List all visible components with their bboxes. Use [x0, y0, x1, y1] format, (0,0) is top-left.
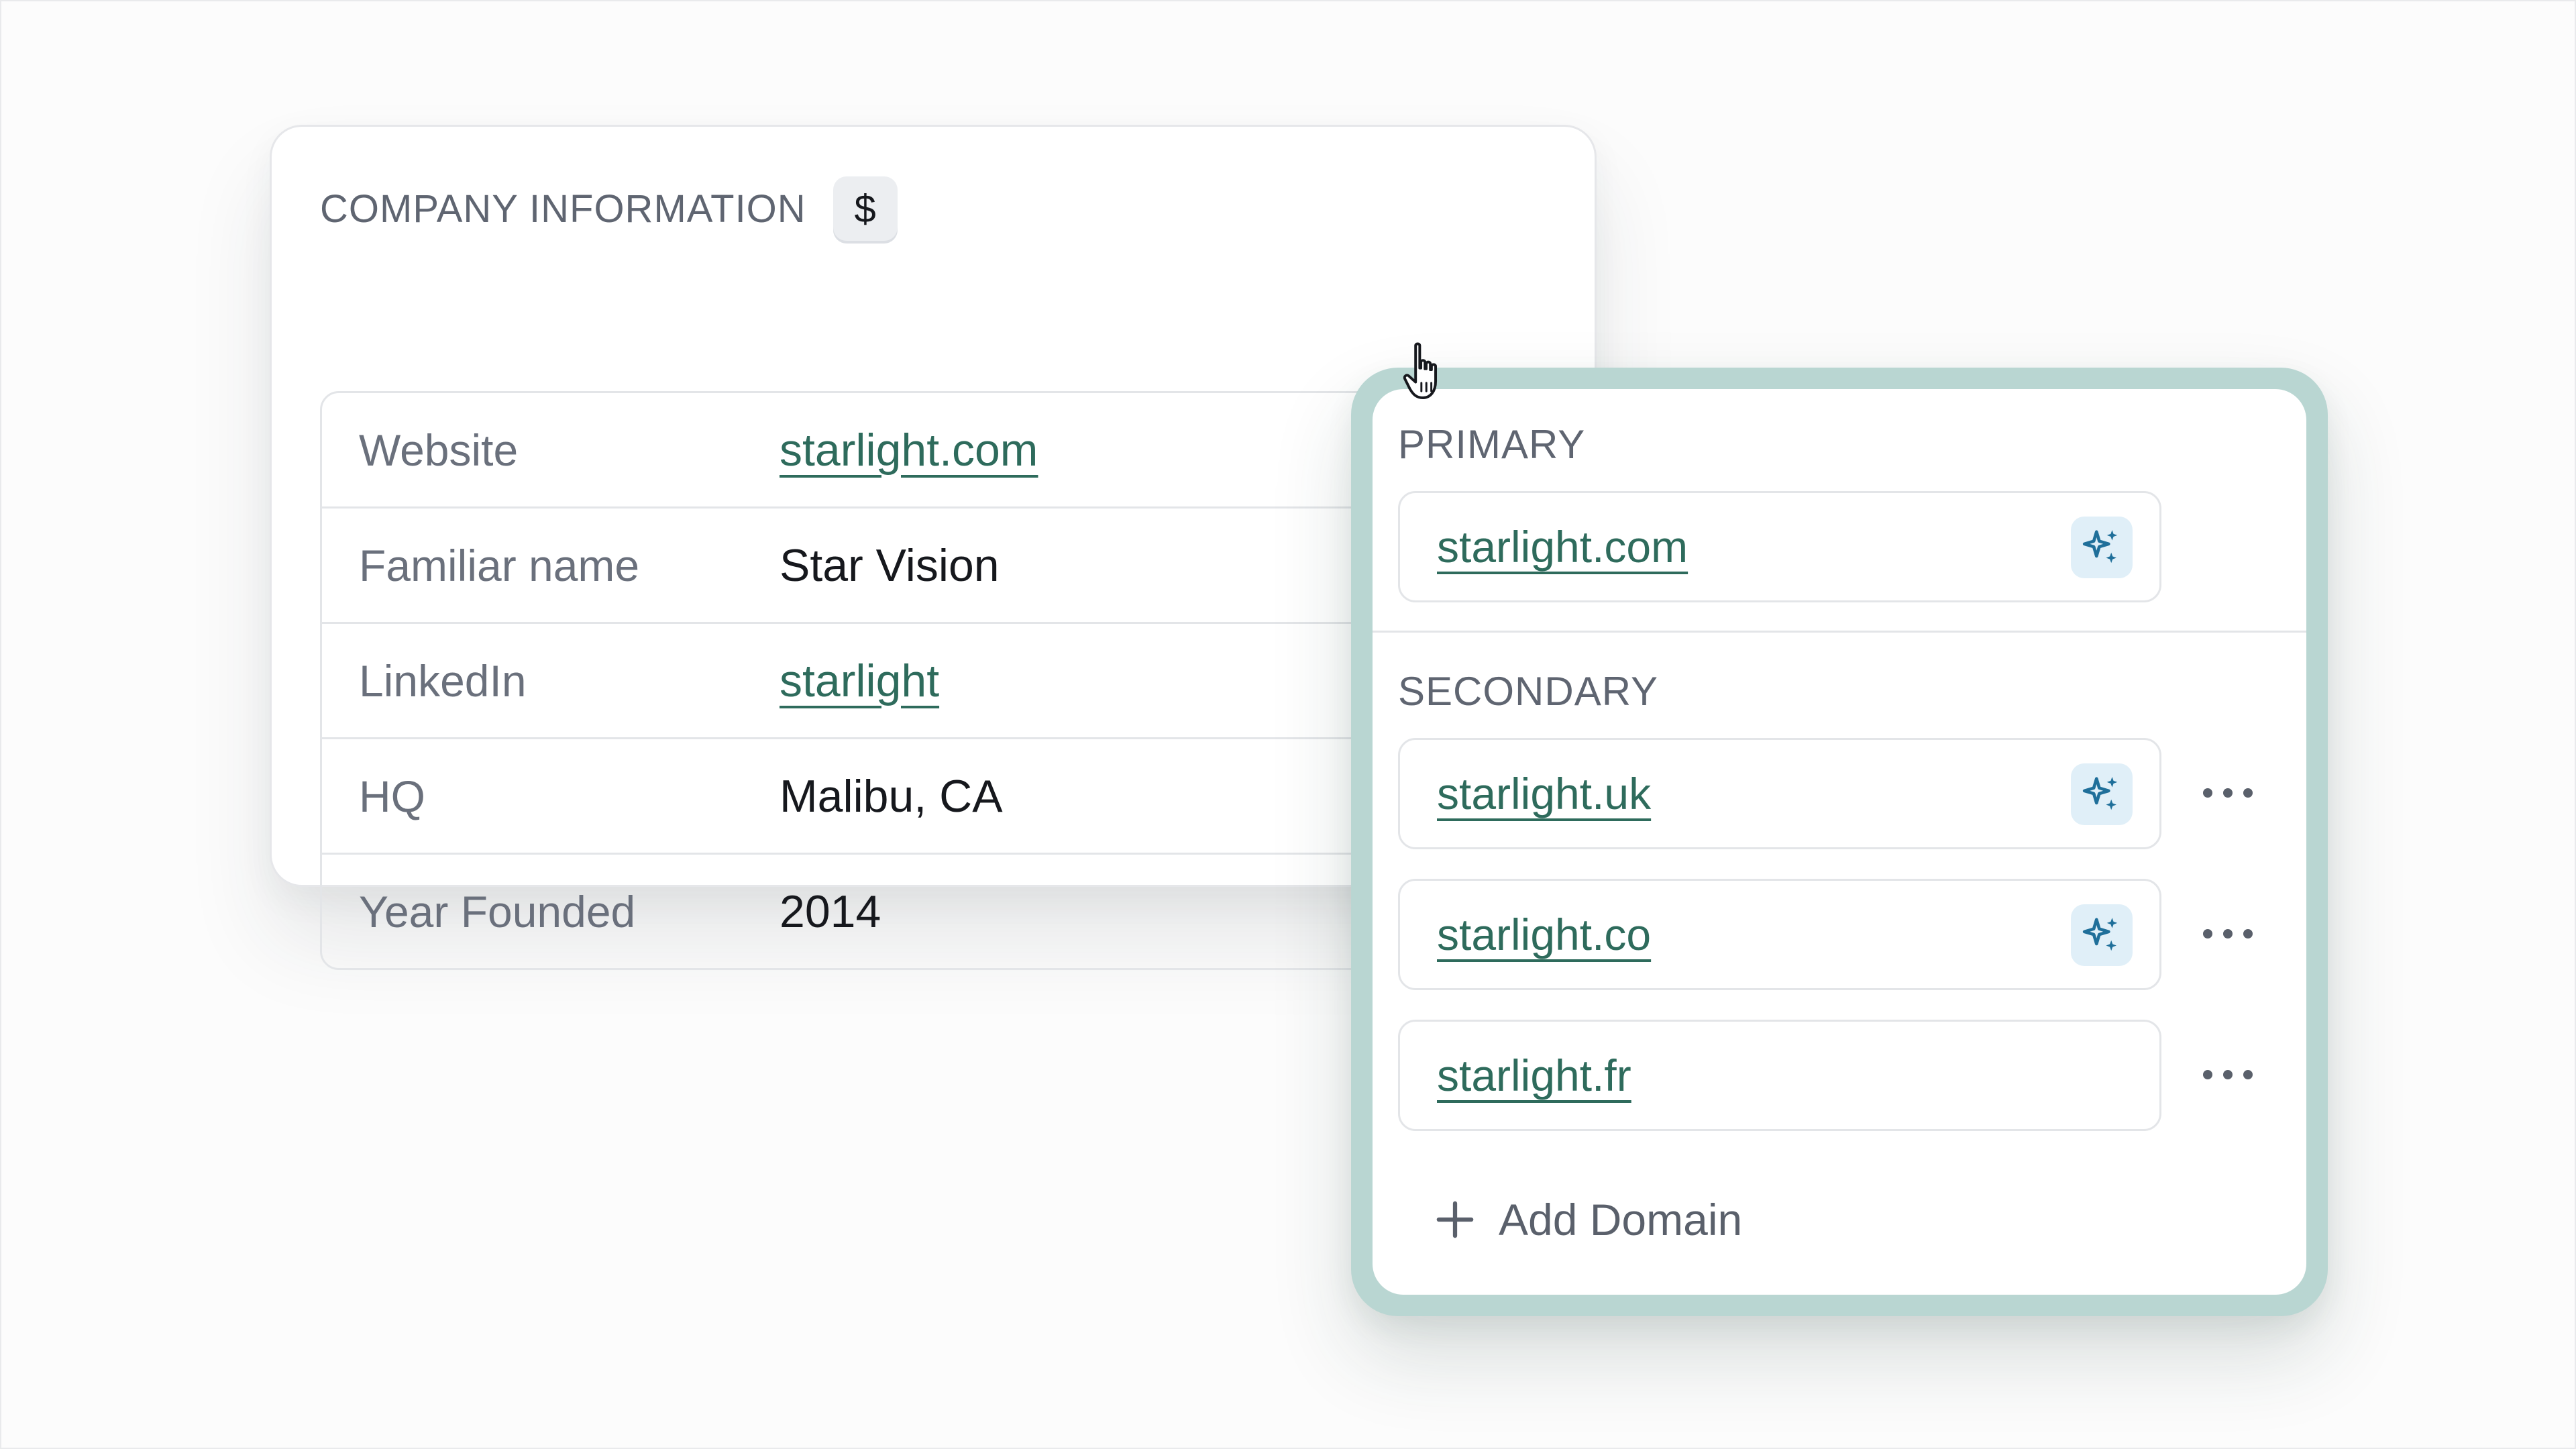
- plus-icon: [1436, 1201, 1474, 1238]
- hand-cursor-icon: [1403, 342, 1438, 399]
- domain-link[interactable]: starlight.uk: [1437, 768, 1651, 819]
- row-value: 2014: [780, 885, 881, 937]
- currency-badge[interactable]: $: [833, 176, 898, 241]
- domain-link[interactable]: starlight.fr: [1437, 1050, 1631, 1101]
- sparkles-icon[interactable]: [2071, 763, 2133, 825]
- primary-section-title: PRIMARY: [1398, 422, 1586, 467]
- more-options-icon[interactable]: [2191, 1048, 2265, 1102]
- more-options-icon[interactable]: [2191, 766, 2265, 820]
- row-label: LinkedIn: [359, 655, 527, 706]
- domain-link[interactable]: starlight.co: [1437, 909, 1651, 960]
- card-title: COMPANY INFORMATION: [320, 186, 806, 231]
- add-domain-label: Add Domain: [1499, 1195, 1743, 1244]
- secondary-domain-field[interactable]: starlight.uk: [1398, 738, 2161, 849]
- row-value: Malibu, CA: [780, 770, 1003, 822]
- row-value: Star Vision: [780, 539, 1000, 591]
- sparkles-icon[interactable]: [2071, 904, 2133, 966]
- secondary-section-title: SECONDARY: [1398, 669, 1658, 714]
- primary-domain-field[interactable]: starlight.com: [1398, 491, 2161, 602]
- row-label: HQ: [359, 771, 425, 821]
- sparkles-icon[interactable]: [2071, 517, 2133, 578]
- more-options-icon[interactable]: [2191, 907, 2265, 961]
- secondary-domain-field[interactable]: starlight.fr: [1398, 1020, 2161, 1131]
- row-label: Year Founded: [359, 886, 636, 936]
- linkedin-link[interactable]: starlight: [780, 655, 939, 707]
- section-divider: [1373, 631, 2306, 633]
- add-domain-button[interactable]: Add Domain: [1436, 1186, 1742, 1253]
- domains-popover: PRIMARY starlight.com SECONDARY starligh…: [1373, 389, 2306, 1295]
- domain-link[interactable]: starlight.com: [1437, 521, 1688, 572]
- secondary-domain-field[interactable]: starlight.co: [1398, 879, 2161, 990]
- card-header: COMPANY INFORMATION $: [320, 175, 898, 242]
- row-label: Website: [359, 425, 519, 475]
- website-link[interactable]: starlight.com: [780, 424, 1038, 476]
- row-label: Familiar name: [359, 540, 640, 590]
